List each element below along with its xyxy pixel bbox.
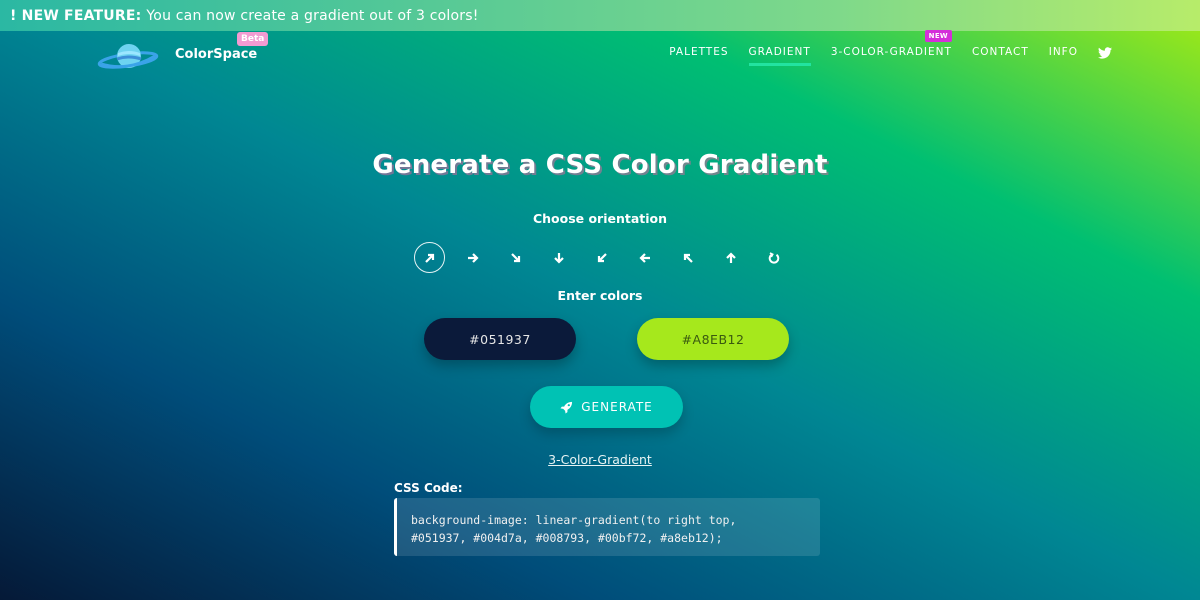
- nav-gradient[interactable]: GRADIENT: [748, 46, 812, 66]
- banner-text: You can now create a gradient out of 3 c…: [146, 7, 479, 24]
- orient-radial-button[interactable]: [758, 242, 789, 273]
- orient-up-button[interactable]: [715, 242, 746, 273]
- rocket-icon: [560, 401, 573, 414]
- orient-down-button[interactable]: [543, 242, 574, 273]
- generate-button[interactable]: GENERATE: [530, 386, 683, 428]
- arrow-down-icon: [553, 252, 564, 264]
- orientation-label: Choose orientation: [532, 211, 668, 226]
- feature-banner: ! NEW FEATURE: You can now create a grad…: [0, 0, 1200, 31]
- planet-logo-icon: [97, 44, 159, 69]
- orient-up-right-button[interactable]: [414, 242, 445, 273]
- orient-right-button[interactable]: [457, 242, 488, 273]
- arrow-down-right-icon: [510, 252, 520, 262]
- arrow-right-icon: [467, 252, 479, 263]
- orientation-picker: [414, 242, 801, 273]
- nav-info[interactable]: INFO: [1049, 46, 1078, 66]
- main-nav: PALETTES GRADIENT 3-COLOR-GRADIENT NEW C…: [649, 30, 1112, 66]
- radial-icon: [768, 251, 779, 264]
- css-code-box[interactable]: background-image: linear-gradient(to rig…: [394, 498, 820, 556]
- nav-3-color-gradient[interactable]: 3-COLOR-GRADIENT NEW: [830, 30, 952, 66]
- color1-input[interactable]: #051937: [424, 318, 576, 360]
- arrow-down-left-icon: [597, 252, 607, 262]
- banner-prefix: ! NEW FEATURE:: [10, 7, 142, 24]
- arrow-left-icon: [638, 252, 650, 263]
- arrow-up-left-icon: [683, 253, 693, 263]
- new-badge: NEW: [924, 30, 952, 42]
- brand-name[interactable]: ColorSpace: [175, 47, 257, 62]
- nav-3-color-gradient-label: 3-COLOR-GRADIENT: [830, 46, 952, 58]
- orient-up-left-button[interactable]: [672, 242, 703, 273]
- twitter-icon[interactable]: [1098, 47, 1112, 59]
- orient-left-button[interactable]: [629, 242, 660, 273]
- css-code-line-2: #051937, #004d7a, #008793, #00bf72, #a8e…: [411, 531, 723, 545]
- colors-label: Enter colors: [557, 288, 643, 303]
- beta-badge: Beta: [237, 32, 269, 46]
- arrow-up-icon: [725, 251, 736, 263]
- css-code-label: CSS Code:: [394, 481, 463, 495]
- logo[interactable]: [97, 40, 159, 74]
- orient-down-right-button[interactable]: [500, 242, 531, 273]
- nav-contact[interactable]: CONTACT: [972, 46, 1029, 66]
- color2-input[interactable]: #A8EB12: [637, 318, 789, 360]
- css-code-line-1: background-image: linear-gradient(to rig…: [411, 513, 737, 527]
- page-title: Generate a CSS Color Gradient: [372, 150, 828, 180]
- generate-label: GENERATE: [581, 400, 653, 414]
- nav-palettes[interactable]: PALETTES: [669, 46, 728, 66]
- arrow-up-right-icon: [424, 253, 434, 263]
- orient-down-left-button[interactable]: [586, 242, 617, 273]
- three-color-gradient-link[interactable]: 3-Color-Gradient: [0, 452, 1200, 467]
